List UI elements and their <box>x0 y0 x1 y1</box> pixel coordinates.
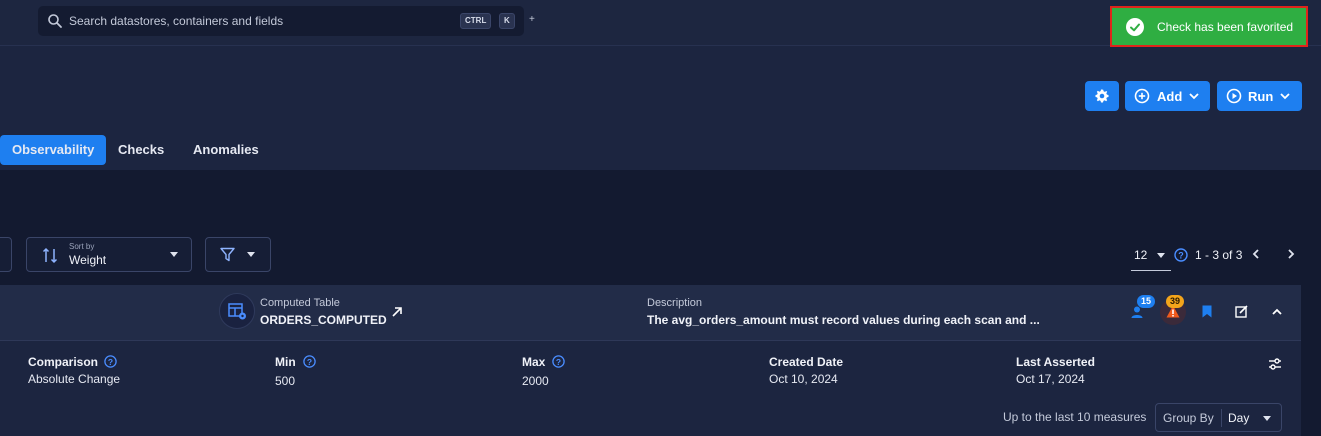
check-circle-icon <box>1126 18 1144 36</box>
chevron-down-icon <box>1189 93 1199 100</box>
divider <box>1221 409 1222 427</box>
min-value: 500 <box>275 374 296 388</box>
play-circle-icon <box>1226 88 1242 104</box>
last-asserted-value: Oct 17, 2024 <box>1016 372 1085 386</box>
help-icon[interactable]: ? <box>104 355 117 368</box>
sort-by-select[interactable]: Sort by Weight <box>26 237 192 272</box>
description-label: Description <box>647 297 703 309</box>
anomaly-count-badge: 39 <box>1166 295 1185 308</box>
user-count-badge: 15 <box>1137 295 1156 308</box>
computed-table-icon <box>219 293 255 329</box>
description-text: The avg_orders_amount must record values… <box>647 313 1040 327</box>
settings-button[interactable] <box>1085 81 1119 111</box>
shortcut-plus: + <box>529 14 535 25</box>
filter-button[interactable] <box>205 237 271 272</box>
page-size-value: 12 <box>1134 248 1148 262</box>
container-type-label: Computed Table <box>260 297 340 309</box>
sliders-icon[interactable] <box>1268 358 1282 370</box>
search-icon <box>48 14 62 28</box>
sort-by-label: Sort by <box>69 242 95 251</box>
tab-bar: Observability Checks Anomalies <box>0 130 1321 170</box>
svg-text:?: ? <box>307 357 312 367</box>
tab-observability[interactable]: Observability <box>0 135 107 165</box>
caret-down-icon <box>247 252 255 257</box>
check-card-header[interactable]: Computed Table ORDERS_COMPUTED Descripti… <box>0 285 1301 341</box>
external-link-icon[interactable] <box>391 306 403 318</box>
shortcut-key-ctrl: CTRL <box>460 13 492 29</box>
sort-by-value: Weight <box>69 253 107 267</box>
created-date-value: Oct 10, 2024 <box>769 372 838 386</box>
help-icon[interactable]: ? <box>1174 248 1188 262</box>
caret-down-icon <box>1263 416 1271 421</box>
page-size-select[interactable]: 12 <box>1131 247 1171 271</box>
caret-down-icon <box>1157 253 1165 258</box>
run-button-label: Run <box>1248 89 1274 104</box>
created-date-label: Created Date <box>769 355 844 369</box>
chevron-down-icon <box>1280 93 1290 100</box>
tab-checks[interactable]: Checks <box>118 135 164 165</box>
add-button-label: Add <box>1157 89 1183 104</box>
edit-icon[interactable] <box>1235 305 1248 318</box>
chevron-left-icon[interactable] <box>1250 248 1262 260</box>
sort-icon <box>42 247 58 264</box>
svg-text:?: ? <box>556 357 561 367</box>
container-name: ORDERS_COMPUTED <box>260 313 387 327</box>
plus-circle-icon <box>1134 88 1150 104</box>
caret-down-icon <box>170 252 178 257</box>
gear-icon <box>1095 89 1109 103</box>
shortcut-key-k: K <box>499 13 515 29</box>
global-search[interactable]: Search datastores, containers and fields… <box>38 6 535 36</box>
chevron-up-icon[interactable] <box>1271 307 1283 316</box>
check-card-body: Comparison ? Absolute Change Min ? 500 M… <box>0 341 1301 436</box>
min-label: Min <box>275 355 296 369</box>
comparison-label: Comparison <box>28 355 99 369</box>
help-icon[interactable]: ? <box>552 355 565 368</box>
partial-control[interactable] <box>0 237 12 272</box>
measures-text: Up to the last 10 measures <box>1003 410 1147 424</box>
last-asserted-label: Last Asserted <box>1016 355 1095 369</box>
pagination-text: 1 - 3 of 3 <box>1195 248 1243 262</box>
help-icon[interactable]: ? <box>303 355 316 368</box>
search-input[interactable]: Search datastores, containers and fields <box>69 14 283 28</box>
svg-text:?: ? <box>1178 251 1184 261</box>
group-by-select[interactable]: Group By Day <box>1155 403 1282 432</box>
comparison-value: Absolute Change <box>28 372 121 386</box>
tab-anomalies[interactable]: Anomalies <box>193 135 259 165</box>
group-by-value: Day <box>1228 411 1250 425</box>
max-label: Max <box>522 355 546 369</box>
svg-text:?: ? <box>108 357 113 367</box>
chevron-right-icon[interactable] <box>1285 248 1297 260</box>
run-button[interactable]: Run <box>1217 81 1302 111</box>
filter-icon <box>220 247 235 262</box>
success-toast: Check has been favorited <box>1110 6 1308 47</box>
max-value: 2000 <box>522 374 549 388</box>
add-button[interactable]: Add <box>1125 81 1210 111</box>
group-by-label: Group By <box>1163 411 1214 425</box>
bookmark-icon[interactable] <box>1202 305 1212 318</box>
toast-message: Check has been favorited <box>1157 20 1294 34</box>
